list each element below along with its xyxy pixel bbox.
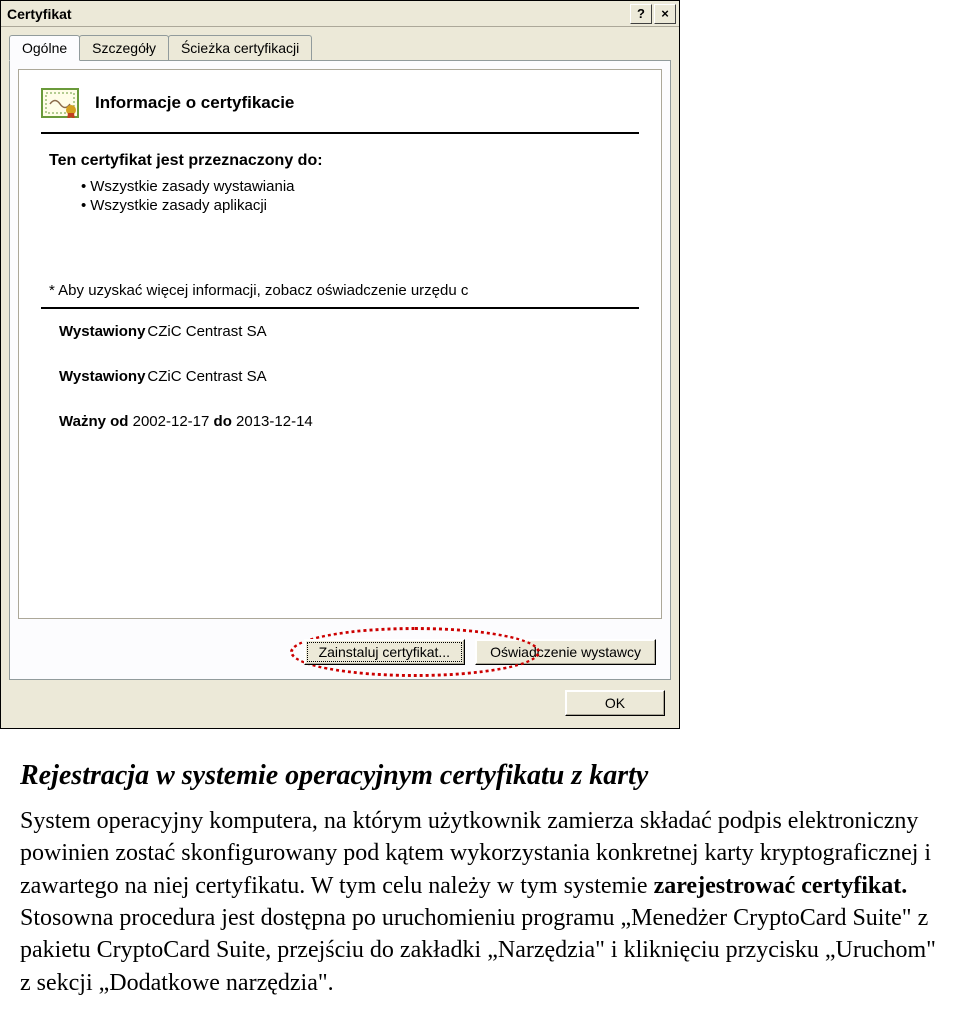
tab-details[interactable]: Szczegóły [79, 35, 169, 60]
article-body-bold: zarejestrować certyfikat. [654, 873, 908, 899]
titlebar-buttons: ? × [630, 4, 676, 24]
ok-row: OK [9, 680, 671, 720]
action-buttons: Zainstaluj certyfikat... Oświadczenie wy… [18, 619, 662, 671]
article-body-part: Stosowna procedura jest dostępna po uruc… [20, 905, 936, 996]
article-text: Rejestracja w systemie operacyjnym certy… [0, 729, 960, 1019]
valid-to-value: 2013-12-14 [236, 413, 313, 430]
valid-from-value: 2002-12-17 [133, 413, 210, 430]
tab-general[interactable]: Ogólne [9, 35, 80, 61]
more-info-note: * Aby uzyskać więcej informacji, zobacz … [41, 222, 639, 307]
tab-content: Informacje o certyfikacie Ten certyfikat… [9, 60, 671, 680]
close-button[interactable]: × [654, 4, 676, 24]
purpose-item: Wszystkie zasady aplikacji [81, 197, 631, 214]
tabs: Ogólne Szczegóły Ścieżka certyfikacji [9, 35, 671, 60]
cert-info-label: Informacje o certyfikacie [95, 93, 294, 113]
issued-to-value: CZiC Centrast SA [147, 323, 266, 340]
issued-to-row: WystawionyCZiC Centrast SA [41, 309, 639, 354]
install-button-wrap: Zainstaluj certyfikat... [304, 639, 466, 665]
install-certificate-button[interactable]: Zainstaluj certyfikat... [304, 639, 466, 665]
issued-to-label: Wystawiony [59, 323, 145, 340]
purpose-title: Ten certyfikat jest przeznaczony do: [49, 152, 631, 170]
purpose-item: Wszystkie zasady wystawiania [81, 178, 631, 195]
certificate-panel: Informacje o certyfikacie Ten certyfikat… [18, 69, 662, 619]
dialog-title: Certyfikat [7, 6, 630, 22]
article-heading: Rejestracja w systemie operacyjnym certy… [20, 757, 940, 795]
ok-button[interactable]: OK [565, 690, 665, 716]
dialog-body: Ogólne Szczegóły Ścieżka certyfikacji In… [1, 27, 679, 728]
validity-row: Ważny od 2002-12-17 do 2013-12-14 [41, 399, 639, 444]
article-body: System operacyjny komputera, na którym u… [20, 805, 940, 999]
certificate-dialog: Certyfikat ? × Ogólne Szczegóły Ścieżka … [0, 0, 680, 729]
purpose-list: Wszystkie zasady wystawiania Wszystkie z… [49, 178, 631, 214]
help-button[interactable]: ? [630, 4, 652, 24]
issuer-statement-button[interactable]: Oświadczenie wystawcy [475, 639, 656, 665]
purpose-section: Ten certyfikat jest przeznaczony do: Wsz… [41, 134, 639, 222]
cert-header: Informacje o certyfikacie [41, 88, 639, 128]
tab-certpath[interactable]: Ścieżka certyfikacji [168, 35, 312, 60]
titlebar: Certyfikat ? × [1, 1, 679, 27]
issued-by-value: CZiC Centrast SA [147, 368, 266, 385]
valid-to-label: do [214, 413, 232, 430]
certificate-icon [41, 88, 79, 118]
valid-from-label: Ważny od [59, 413, 128, 430]
issued-by-label: Wystawiony [59, 368, 145, 385]
issued-by-row: WystawionyCZiC Centrast SA [41, 354, 639, 399]
